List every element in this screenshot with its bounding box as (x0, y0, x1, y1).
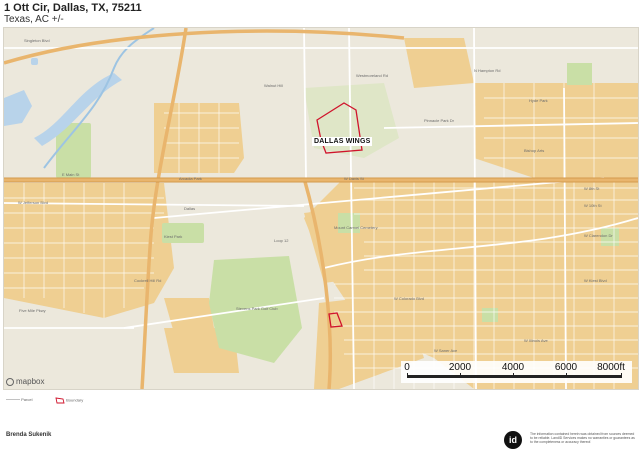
map-layer (4, 28, 638, 389)
street-label: W Saner Ave (434, 348, 458, 353)
scale-label: 6000 (554, 362, 578, 373)
page-title: 1 Ott Cir, Dallas, TX, 75211 (4, 2, 142, 14)
mapbox-attribution[interactable]: mapbox (6, 377, 44, 386)
scale-label: 8000ft (597, 362, 625, 373)
street-label: Loop 12 (274, 238, 289, 243)
street-label: N Hampton Rd (474, 68, 501, 73)
street-label: W Jefferson Blvd (18, 200, 49, 205)
boundary-swatch-icon (55, 397, 65, 404)
scale-label: 2000 (448, 362, 472, 373)
street-label: W Colorado Blvd (394, 296, 425, 301)
place-label: Walnut Hill (264, 83, 283, 88)
scale-label: 4000 (501, 362, 525, 373)
street-label: W Kiest Blvd (584, 278, 607, 283)
agent-name: Brenda Sukenik (6, 432, 52, 438)
street-label: W Davis St (344, 176, 364, 181)
legend-boundary: Boundary (55, 397, 83, 404)
street-label: Five Mile Pkwy (19, 308, 46, 313)
street-label: W 8th St (584, 186, 600, 191)
street-label: W 10th St (584, 203, 602, 208)
legend-parcel: Parcel (6, 397, 32, 402)
place-label: Hyde Park (529, 98, 548, 103)
street-label: E Main St (62, 172, 80, 177)
mapbox-logo-icon (6, 377, 14, 386)
street-label: Westmoreland Rd (356, 73, 388, 78)
park-label: Stevens Park Golf Club (236, 306, 278, 311)
street-label: Arcadia Park (179, 176, 202, 181)
scale-label: 0 (404, 362, 410, 373)
scale-bar: 0 2000 4000 6000 8000ft (401, 361, 632, 383)
street-label: W Clarendon Dr (584, 233, 613, 238)
park-label: Kiest Park (164, 234, 183, 239)
place-label: Dallas (184, 206, 196, 211)
parcel-swatch-icon (6, 399, 20, 401)
street-label: Singleton Blvd (24, 38, 50, 43)
page-subtitle: Texas, AC +/- (4, 14, 64, 25)
disclaimer-text: The information contained herein was obt… (530, 432, 635, 444)
street-label: Pinnacle Park Dr (424, 118, 455, 123)
street-label: W Illinois Ave (524, 338, 548, 343)
place-label: Mount Carmel Cemetery (334, 225, 378, 230)
poi-label: DALLAS WINGS (312, 137, 373, 146)
landid-logo-icon: id (504, 431, 522, 449)
place-label: Bishop Arts (524, 148, 545, 153)
street-label: Cockrell Hill Rd (134, 278, 162, 283)
map-canvas[interactable]: DALLAS WINGS E Main St Arcadia Park W Da… (3, 27, 639, 390)
